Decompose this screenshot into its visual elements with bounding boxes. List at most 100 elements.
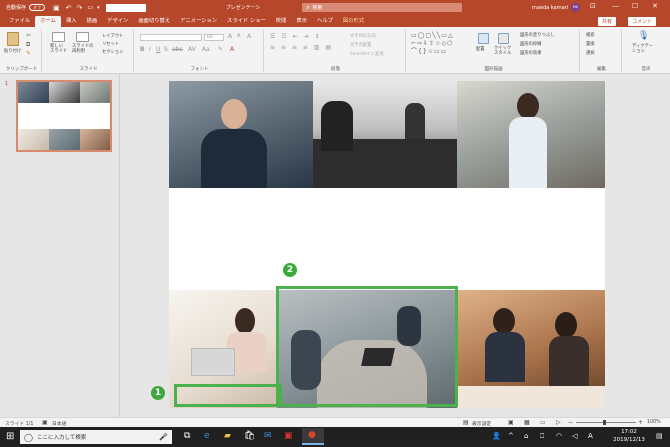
strikethrough-icon[interactable]: abc — [172, 46, 183, 53]
tab-view[interactable]: 表示 — [291, 16, 312, 27]
tab-draw[interactable]: 描画 — [82, 16, 103, 27]
quick-access-field[interactable] — [105, 3, 146, 12]
new-slide-icon[interactable] — [52, 32, 65, 42]
search-box[interactable]: ⌕ 検索 — [302, 3, 462, 12]
section-button[interactable]: セクション — [102, 49, 123, 55]
align-text-button[interactable]: 文字の配置 — [350, 42, 371, 48]
font-color-icon[interactable]: A — [230, 46, 234, 53]
tab-slideshow[interactable]: スライド ショー — [222, 16, 271, 27]
layout-button[interactable]: レイアウト — [102, 33, 123, 39]
microphone-icon[interactable]: 🎙 — [638, 31, 649, 41]
shape-outline-button[interactable]: 図形の枠線 — [520, 41, 541, 47]
comment-button[interactable]: コメント — [628, 17, 657, 26]
ime-indicator[interactable]: A — [588, 432, 593, 440]
smartart-button[interactable]: SmartArt に変換 — [350, 51, 384, 57]
paste-button[interactable]: 貼り付け — [4, 48, 21, 54]
user-name[interactable]: maeda kamari — [532, 5, 568, 11]
reading-view-icon[interactable]: ▭ — [540, 419, 546, 426]
slideshow-view-icon[interactable]: ▷ — [556, 419, 561, 426]
shape-fill-button[interactable]: 図形の塗りつぶし — [520, 32, 554, 38]
autosave-toggle[interactable]: オフ — [29, 4, 46, 11]
replace-button[interactable]: 置換 — [586, 41, 595, 47]
store-icon[interactable]: 🛍 — [244, 431, 255, 441]
normal-view-icon[interactable]: ▣ — [508, 419, 514, 426]
tray-chevron-icon[interactable]: ^ — [508, 432, 514, 440]
text-direction-button[interactable]: 文字列の方向 — [350, 33, 376, 39]
photo-meeting-room[interactable] — [313, 81, 457, 188]
zoom-in-icon[interactable]: + — [638, 419, 643, 426]
wifi-icon[interactable]: ◠ — [556, 432, 562, 440]
tab-animations[interactable]: アニメーション — [175, 16, 222, 27]
quick-styles-button[interactable]: クイック スタイル — [494, 46, 511, 56]
zoom-out-icon[interactable]: − — [568, 419, 573, 426]
font-name-field[interactable] — [140, 34, 202, 41]
photo-colleagues-talking[interactable] — [457, 290, 605, 408]
avatar[interactable]: MK — [571, 3, 580, 12]
powerpoint-taskbar-button[interactable]: ● — [302, 428, 324, 445]
tab-review[interactable]: 校閲 — [271, 16, 292, 27]
network-icon[interactable]: ⌂ — [524, 432, 528, 440]
align-icons[interactable]: ≡ ≡ ≡ ≡ ▥ ▤ — [270, 44, 333, 51]
tab-picture-format[interactable]: 図の形式 — [338, 16, 369, 27]
select-button[interactable]: 選択 — [586, 50, 595, 56]
display-settings-icon[interactable]: ▤ — [463, 419, 469, 426]
language-indicator[interactable]: 日本語 — [52, 420, 66, 427]
arrange-icon[interactable] — [478, 33, 489, 44]
edge-icon[interactable]: e — [204, 431, 210, 441]
minimize-icon[interactable]: — — [612, 2, 619, 10]
present-icon[interactable]: ▭ — [87, 4, 93, 11]
bold-icon[interactable]: B — [140, 46, 148, 53]
shadow-icon[interactable]: S — [164, 46, 168, 53]
change-case-icon[interactable]: Aa — [202, 46, 210, 53]
undo-icon[interactable]: ↶ — [66, 4, 72, 12]
format-painter-icon[interactable]: ✎ — [26, 50, 31, 57]
photo-man-on-phone[interactable] — [169, 81, 313, 188]
reset-button[interactable]: リセット — [102, 41, 119, 47]
reuse-slides-button[interactable]: スライドの 再利用 — [72, 44, 93, 54]
maximize-icon[interactable]: ☐ — [632, 2, 638, 10]
volume-icon[interactable]: ◁ — [572, 432, 577, 440]
accessibility-icon[interactable]: ▣ — [42, 419, 48, 426]
task-view-icon[interactable]: ⧉ — [184, 431, 190, 441]
highlight-icon[interactable]: ✎ — [218, 46, 223, 53]
underline-icon[interactable]: U — [156, 46, 160, 53]
char-spacing-icon[interactable]: AV — [188, 46, 196, 53]
copy-icon[interactable]: ⧉ — [26, 41, 30, 49]
tab-home[interactable]: ホーム — [35, 16, 61, 27]
taskbar-time[interactable]: 17:02 — [614, 429, 644, 435]
mail-icon[interactable]: ✉ — [264, 431, 272, 441]
notification-icon[interactable]: ⎕ — [540, 432, 544, 441]
zoom-slider-handle[interactable] — [603, 420, 606, 425]
tab-transitions[interactable]: 画面切り替え — [133, 16, 175, 27]
tab-insert[interactable]: 挿入 — [61, 16, 82, 27]
cut-icon[interactable]: ✂ — [26, 32, 31, 39]
close-icon[interactable]: ✕ — [652, 2, 658, 10]
clear-format-icon[interactable]: A — [247, 33, 251, 40]
arrange-button[interactable]: 配置 — [476, 46, 485, 52]
tab-design[interactable]: デザイン — [102, 16, 133, 27]
photo-woman-presenting[interactable] — [457, 81, 605, 188]
display-settings-button[interactable]: 表示設定 — [472, 420, 491, 427]
shrink-font-icon[interactable]: A — [237, 33, 240, 39]
redo-icon[interactable]: ↷ — [77, 4, 83, 12]
slide-thumbnail[interactable] — [16, 80, 112, 152]
dictate-button[interactable]: ディクテー ション — [632, 44, 653, 54]
ribbon-display-icon[interactable]: ⊡ — [590, 2, 596, 10]
taskbar-search-box[interactable]: ◯ ここに入力して検索 🎤 — [20, 430, 172, 444]
people-icon[interactable]: 👤 — [492, 432, 501, 440]
paste-icon[interactable] — [7, 32, 19, 46]
list-icons[interactable]: ☰ ☷ ⇤ ⇥ ↕ — [270, 33, 321, 40]
windows-start-icon[interactable]: ⊞ — [6, 431, 14, 442]
file-explorer-icon[interactable]: ▰ — [224, 431, 231, 441]
mic-icon[interactable]: 🎤 — [159, 433, 168, 441]
find-button[interactable]: 検索 — [586, 32, 595, 38]
tab-file[interactable]: ファイル — [4, 16, 35, 27]
save-icon[interactable]: ▣ — [53, 4, 60, 12]
taskbar-date[interactable]: 2019/12/13 — [608, 437, 650, 443]
tab-help[interactable]: ヘルプ — [312, 16, 338, 27]
shape-effects-button[interactable]: 図形の効果 — [520, 50, 541, 56]
app-icon[interactable]: ▣ — [284, 431, 293, 441]
grow-font-icon[interactable]: A — [228, 33, 232, 40]
quick-styles-icon[interactable] — [498, 33, 509, 44]
sorter-view-icon[interactable]: ▦ — [524, 419, 530, 426]
